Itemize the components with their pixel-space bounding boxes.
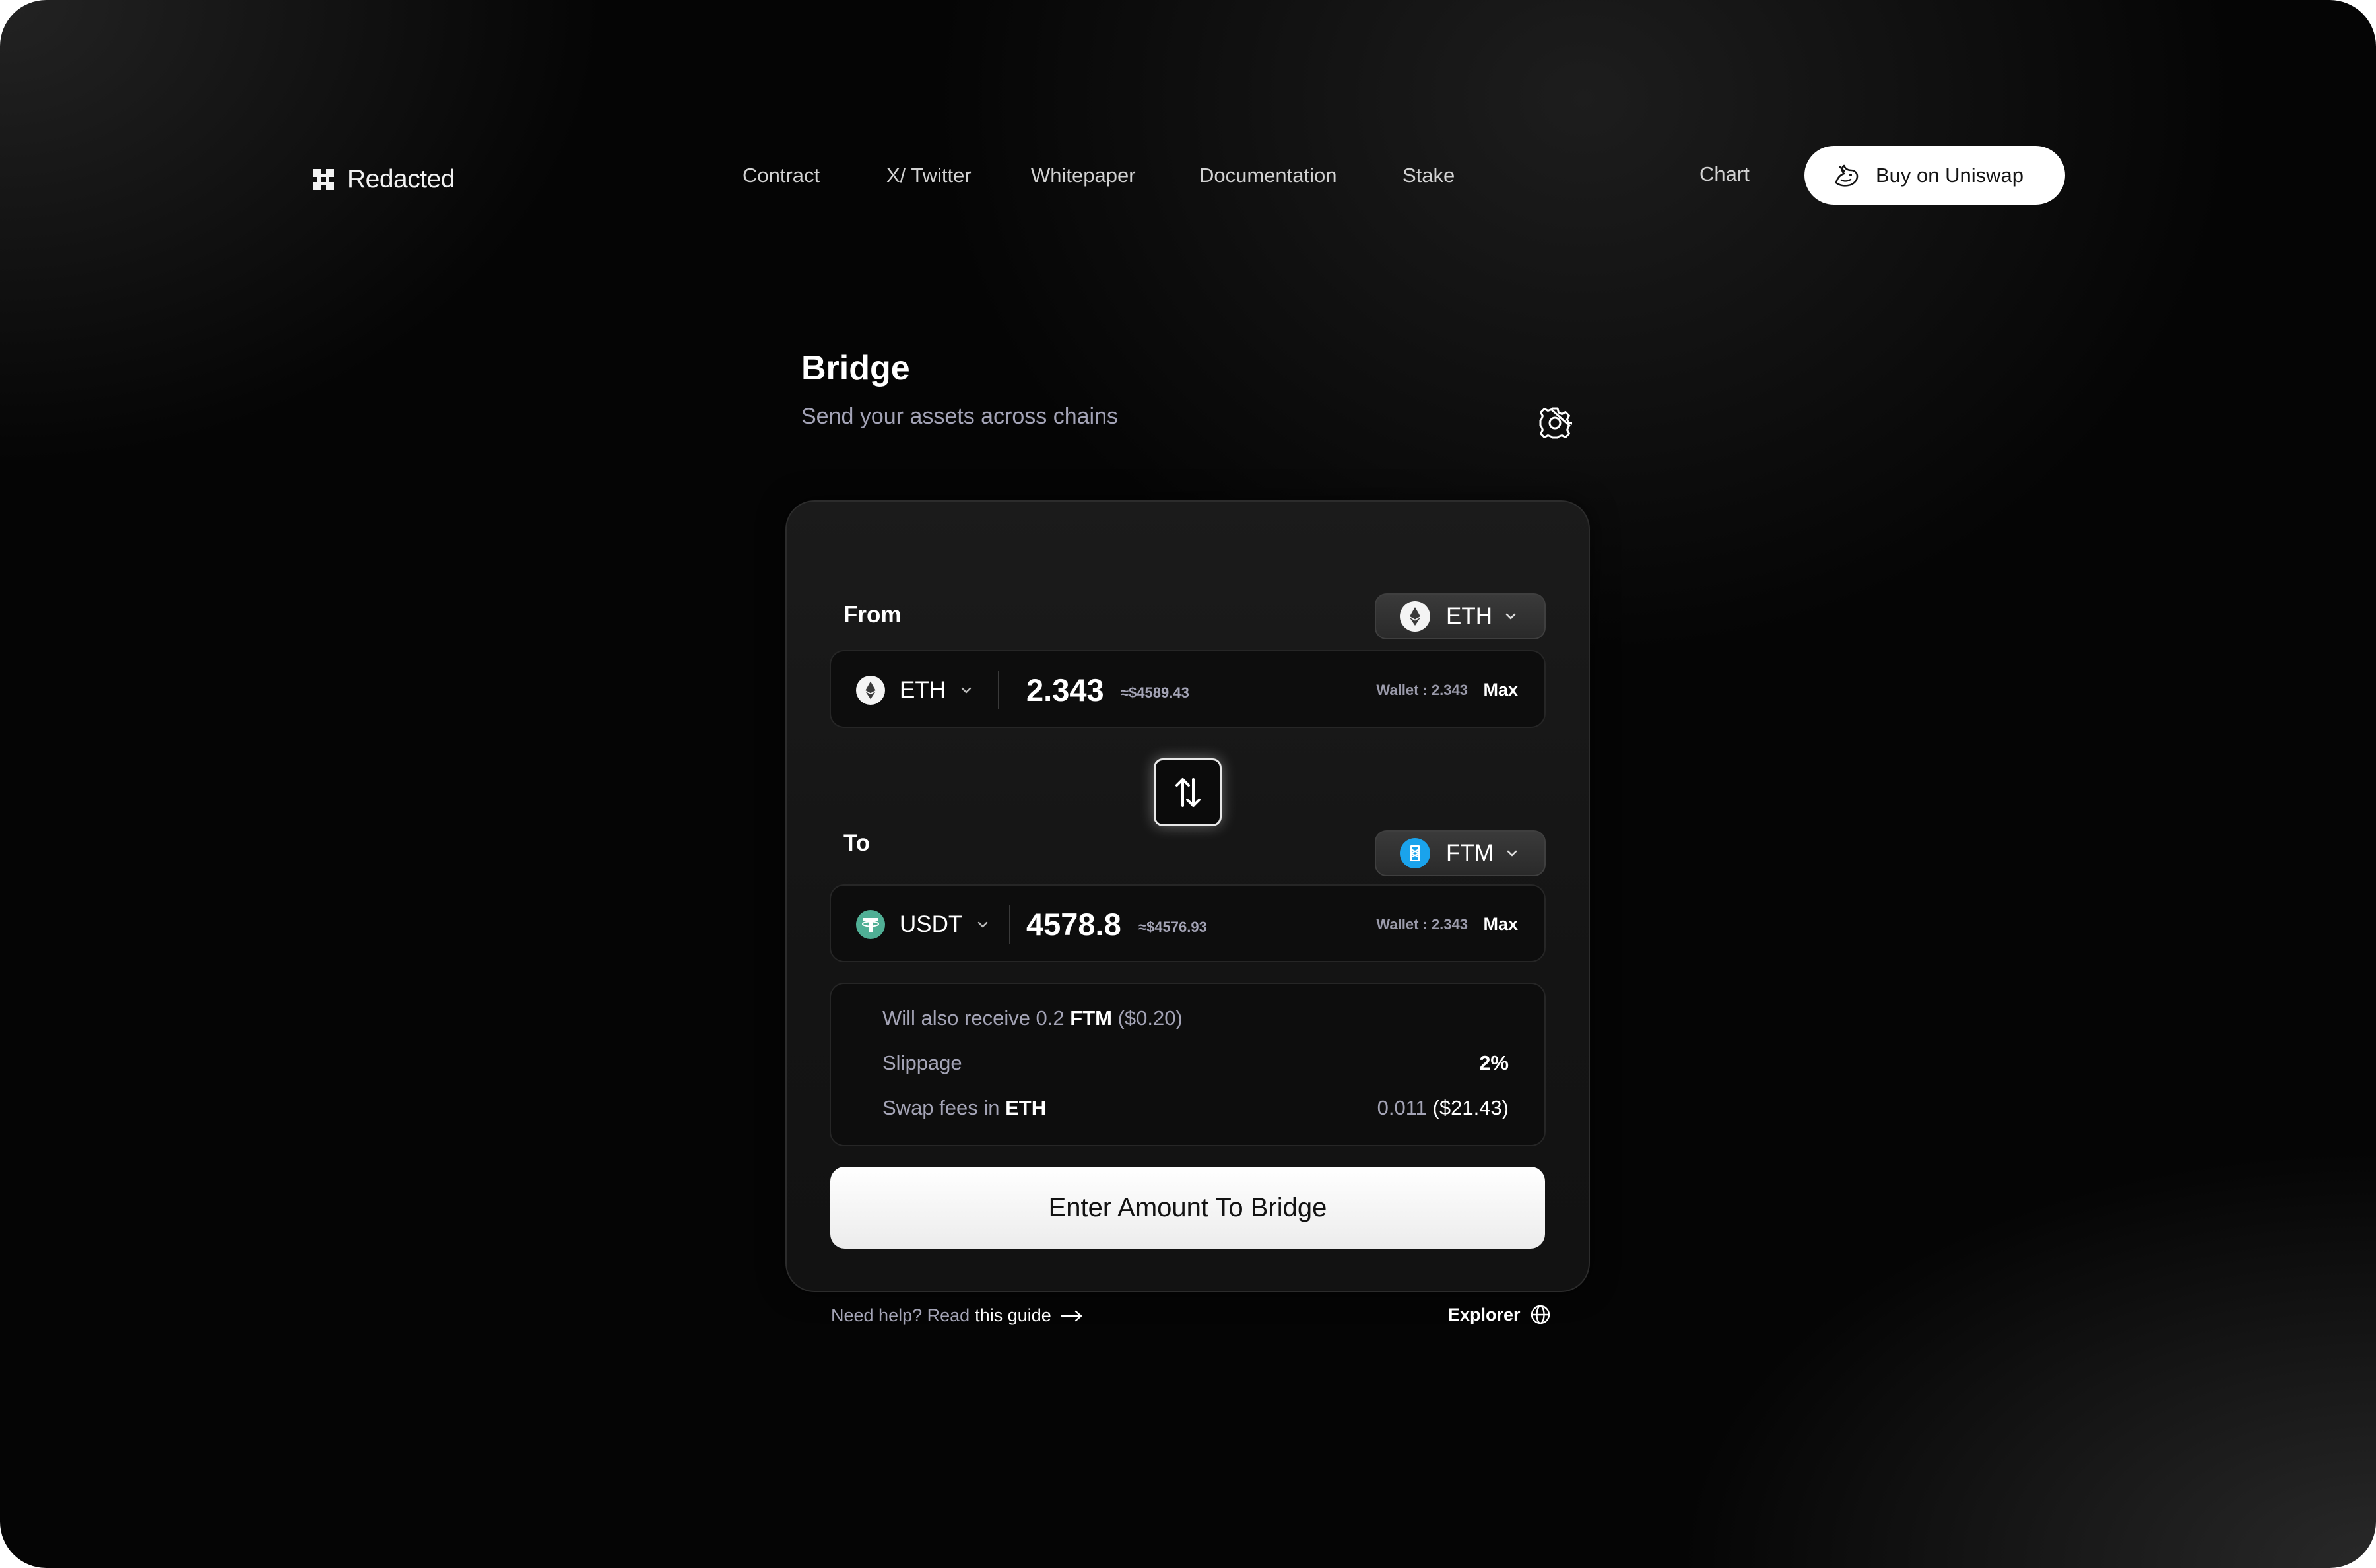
enter-amount-button[interactable]: Enter Amount To Bridge <box>830 1167 1545 1249</box>
redacted-logo-icon <box>313 169 334 190</box>
help-link[interactable]: Need help? Read this guide <box>831 1305 1083 1326</box>
to-amount-row: USDT 4578.8 ≈$4576.93 Wallet : 2.343 Max <box>830 884 1546 962</box>
swap-arrows-icon <box>1175 777 1201 807</box>
nav-twitter[interactable]: X/ Twitter <box>886 162 972 189</box>
nav-stake[interactable]: Stake <box>1402 162 1455 189</box>
to-usd-value: ≈$4576.93 <box>1138 919 1207 935</box>
app-frame: Redacted Contract X/ Twitter Whitepaper … <box>0 0 2376 1568</box>
explorer-label: Explorer <box>1448 1304 1521 1324</box>
brand-logo[interactable]: Redacted <box>310 162 455 197</box>
to-wallet-balance: Wallet : 2.343 <box>1376 916 1468 932</box>
chevron-down-icon <box>1507 850 1517 857</box>
to-divider <box>1009 905 1010 944</box>
receive-prefix: Will also receive 0.2 <box>882 1006 1065 1029</box>
chevron-down-icon <box>978 921 988 928</box>
page-title: Bridge <box>801 349 910 387</box>
fees-prefix: Swap fees in <box>882 1096 1000 1119</box>
uniswap-unicorn-icon <box>1835 164 1859 187</box>
swap-fees-label: Swap fees in ETH <box>882 1096 1046 1120</box>
nav-whitepaper[interactable]: Whitepaper <box>1031 162 1136 189</box>
from-chain-select[interactable]: ETH <box>1375 593 1546 639</box>
from-divider <box>998 671 999 709</box>
to-token-symbol: USDT <box>900 911 963 937</box>
arrow-right-icon <box>1061 1310 1082 1321</box>
to-amount-input[interactable]: 4578.8 <box>1026 905 1121 944</box>
to-label: To <box>843 830 871 856</box>
nav-documentation[interactable]: Documentation <box>1199 162 1337 189</box>
nav-contract[interactable]: Contract <box>742 162 820 189</box>
swap-fees-value: 0.011 ($21.43) <box>1377 1096 1509 1120</box>
slippage-value: 2% <box>1479 1051 1509 1074</box>
from-amount-input[interactable]: 2.343 <box>1026 671 1104 709</box>
fees-token: ETH <box>1005 1096 1047 1119</box>
ethereum-icon <box>856 676 885 705</box>
buy-on-uniswap-label: Buy on Uniswap <box>1876 163 2024 187</box>
fees-amount: 0.011 <box>1377 1096 1427 1119</box>
slippage-label: Slippage <box>882 1051 962 1074</box>
receive-note: Will also receive 0.2 FTM ($0.20) <box>882 1006 1183 1030</box>
to-chain-name: FTM <box>1446 840 1494 866</box>
ethereum-icon <box>1400 601 1430 632</box>
gear-icon[interactable] <box>1538 406 1572 440</box>
from-max-button[interactable]: Max <box>1483 680 1518 700</box>
brand-name: Redacted <box>347 165 455 193</box>
fantom-icon <box>1400 838 1430 868</box>
from-label: From <box>843 602 902 628</box>
receive-token: FTM <box>1070 1006 1112 1029</box>
swap-direction-button[interactable] <box>1154 758 1222 826</box>
to-chain-select[interactable]: FTM <box>1375 830 1546 876</box>
to-token-select[interactable]: USDT <box>856 909 989 940</box>
explorer-link[interactable]: Explorer <box>1448 1304 1551 1325</box>
from-amount-row: ETH 2.343 ≈$4589.43 Wallet : 2.343 Max <box>830 650 1546 728</box>
from-chain-name: ETH <box>1446 603 1492 629</box>
guide-link[interactable]: this guide <box>975 1305 1051 1326</box>
from-wallet-balance: Wallet : 2.343 <box>1376 682 1468 698</box>
buy-on-uniswap-button[interactable]: Buy on Uniswap <box>1804 146 2065 205</box>
chevron-down-icon <box>1505 613 1516 620</box>
tether-icon <box>856 910 885 939</box>
from-token-select[interactable]: ETH <box>856 675 972 705</box>
receive-usd: ($0.20) <box>1117 1006 1183 1029</box>
nav-chart[interactable]: Chart <box>1700 161 1750 187</box>
to-max-button[interactable]: Max <box>1483 914 1518 934</box>
page-subtitle: Send your assets across chains <box>801 404 1119 429</box>
fees-usd: ($21.43) <box>1432 1096 1509 1119</box>
help-prefix: Need help? Read <box>831 1305 970 1325</box>
chevron-down-icon <box>961 687 972 694</box>
globe-icon <box>1531 1305 1550 1324</box>
from-token-symbol: ETH <box>900 677 946 703</box>
bridge-info-box: Will also receive 0.2 FTM ($0.20) Slippa… <box>830 983 1546 1146</box>
from-usd-value: ≈$4589.43 <box>1121 684 1189 701</box>
